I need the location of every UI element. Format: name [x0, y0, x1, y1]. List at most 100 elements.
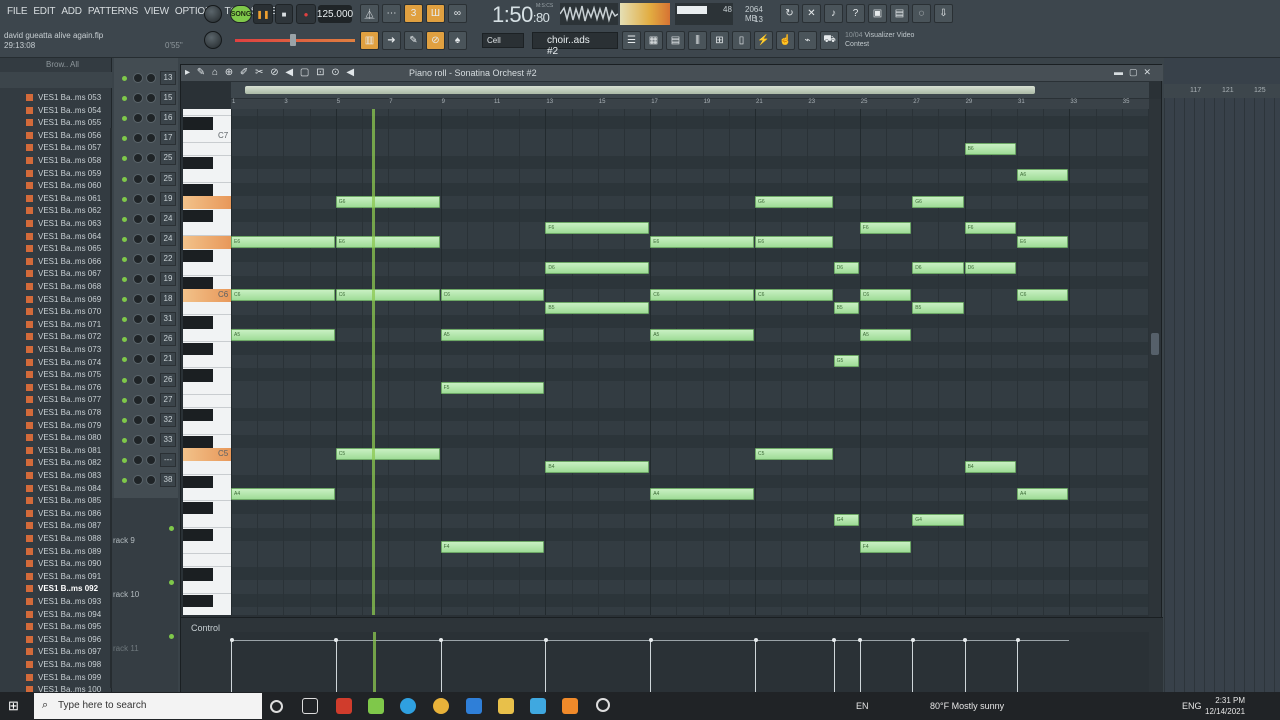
track-label[interactable]: rack 11	[113, 644, 139, 653]
browser-item[interactable]: VES1 Ba..ms 084	[26, 484, 101, 496]
channel-row[interactable]: 19	[118, 191, 178, 209]
browser-item[interactable]: VES1 Ba..ms 096	[26, 635, 101, 647]
velocity-stem[interactable]	[833, 640, 835, 694]
channel-vol-knob[interactable]	[146, 274, 156, 284]
control-label[interactable]: Control	[191, 623, 220, 633]
velocity-handle[interactable]	[858, 638, 863, 642]
channel-mixer-number[interactable]: 24	[160, 211, 176, 226]
channel-row[interactable]: 21	[118, 351, 178, 369]
velocity-stem[interactable]	[545, 640, 547, 694]
browser-item[interactable]: VES1 Ba..ms 075	[26, 370, 101, 382]
note[interactable]: C6	[231, 288, 335, 301]
black-key[interactable]	[183, 409, 213, 422]
channel-led[interactable]	[122, 417, 127, 423]
browser-item[interactable]: VES1 Ba..ms 066	[26, 257, 101, 269]
note[interactable]: A4	[1017, 487, 1069, 500]
velocity-stem[interactable]	[231, 640, 232, 694]
channel-led[interactable]	[122, 277, 127, 282]
lang-indicator[interactable]: EN	[856, 701, 869, 711]
channel-row[interactable]: 15	[118, 90, 178, 108]
browser-item[interactable]: VES1 Ba..ms 057	[26, 143, 101, 155]
note[interactable]: F6	[964, 222, 1016, 235]
channel-mixer-number[interactable]: 16	[160, 111, 176, 126]
note[interactable]: D6	[833, 262, 859, 275]
velocity-stem[interactable]	[335, 640, 337, 694]
velocity-handle[interactable]	[439, 638, 444, 642]
piano-keyboard[interactable]: C7 C6 C5	[183, 109, 231, 615]
browser-item[interactable]: VES1 Ba..ms 065	[26, 244, 101, 256]
note[interactable]: A5	[650, 328, 754, 341]
black-key[interactable]	[183, 316, 213, 329]
wait-input-button[interactable]: ⋯	[382, 4, 401, 23]
velocity-handle[interactable]	[753, 638, 758, 642]
channel-row[interactable]: 22	[118, 251, 178, 269]
menu-add[interactable]: ADD	[58, 6, 85, 17]
note[interactable]: B5	[545, 302, 650, 315]
note[interactable]: F6	[859, 222, 912, 235]
note[interactable]: C6	[755, 288, 833, 301]
note[interactable]: B5	[912, 302, 964, 315]
file-explorer-icon[interactable]	[498, 698, 514, 714]
note[interactable]: G4	[833, 514, 859, 527]
piano-roll-tools[interactable]: ▸ ✎ ⌂ ⊕ ✐ ✂ ⊘ ◀ ▢ ⊡ ⊙ ◀	[185, 67, 356, 78]
note[interactable]: E6	[650, 235, 754, 248]
pattern-button[interactable]: ▦	[644, 31, 663, 50]
channel-pan-knob[interactable]	[133, 153, 143, 164]
note[interactable]: B6	[964, 142, 1016, 155]
note[interactable]: F4	[859, 540, 912, 553]
channel-mixer-number[interactable]: 27	[160, 392, 176, 407]
channel-pan-knob[interactable]	[133, 354, 143, 365]
channel-pan-knob[interactable]	[133, 213, 143, 224]
browser-item[interactable]: VES1 Ba..ms 078	[26, 408, 101, 420]
track-label[interactable]: rack 9	[113, 536, 135, 545]
clock[interactable]: 2:31 PM 12/14/2021	[1205, 695, 1245, 717]
channel-pan-knob[interactable]	[133, 314, 143, 325]
menu-edit[interactable]: EDIT	[30, 6, 58, 17]
record-button[interactable]: ●	[296, 4, 316, 24]
white-key[interactable]	[183, 421, 231, 435]
velocity-stem[interactable]	[859, 640, 861, 694]
velocity-handle[interactable]	[334, 638, 339, 642]
browser-item[interactable]: VES1 Ba..ms 063	[26, 219, 101, 231]
channel-row[interactable]: 16	[118, 110, 178, 128]
browser-item[interactable]: VES1 B..ms 092	[26, 584, 98, 596]
note[interactable]: C6	[440, 288, 545, 301]
browser-item[interactable]: VES1 Ba..ms 086	[26, 509, 101, 521]
channel-mixer-number[interactable]: 33	[160, 432, 176, 447]
channel-row[interactable]: 25	[118, 150, 178, 168]
browser-item[interactable]: VES1 Ba..ms 059	[26, 169, 101, 181]
channel-pan-knob[interactable]	[133, 233, 143, 244]
channel-led[interactable]	[122, 96, 127, 102]
browser-item[interactable]: VES1 Ba..ms 068	[26, 282, 101, 294]
note[interactable]: C5	[755, 448, 833, 461]
channel-mixer-number[interactable]: 38	[160, 473, 176, 487]
black-key[interactable]	[183, 369, 213, 382]
note[interactable]: F4	[440, 540, 545, 553]
browser-item[interactable]: VES1 Ba..ms 090	[26, 559, 101, 571]
panic-button[interactable]: ✕	[802, 4, 821, 23]
browser-item[interactable]: VES1 Ba..ms 060	[26, 181, 101, 193]
browser-item[interactable]: VES1 Ba..ms 077	[26, 395, 101, 407]
mic-button[interactable]: ♪	[824, 4, 843, 23]
browser-item[interactable]: VES1 Ba..ms 082	[26, 458, 101, 470]
window-controls[interactable]: ▬▢✕	[1114, 67, 1157, 78]
channel-mixer-number[interactable]: 19	[160, 272, 176, 286]
browser-item[interactable]: VES1 Ba..ms 064	[26, 232, 101, 244]
channel-rack-button[interactable]: ▤	[666, 31, 685, 50]
white-key[interactable]	[183, 302, 231, 316]
cortana-icon[interactable]	[270, 700, 283, 713]
channel-pan-knob[interactable]	[133, 113, 143, 124]
white-key[interactable]	[183, 488, 231, 502]
channel-led[interactable]	[122, 176, 127, 182]
task-view-icon[interactable]	[302, 698, 318, 714]
playlist-ruler[interactable]: 117 121 125	[1164, 84, 1280, 98]
obs-icon[interactable]	[596, 698, 610, 712]
channel-row[interactable]: 33	[118, 432, 178, 450]
channel-vol-knob[interactable]	[146, 173, 156, 184]
channel-mixer-number[interactable]: ---	[160, 452, 176, 467]
browser-item[interactable]: VES1 Ba..ms 080	[26, 433, 101, 445]
download-button[interactable]: ⇩	[934, 4, 953, 23]
channel-pan-knob[interactable]	[133, 394, 143, 405]
channel-vol-knob[interactable]	[146, 113, 156, 124]
white-key[interactable]	[183, 222, 231, 236]
